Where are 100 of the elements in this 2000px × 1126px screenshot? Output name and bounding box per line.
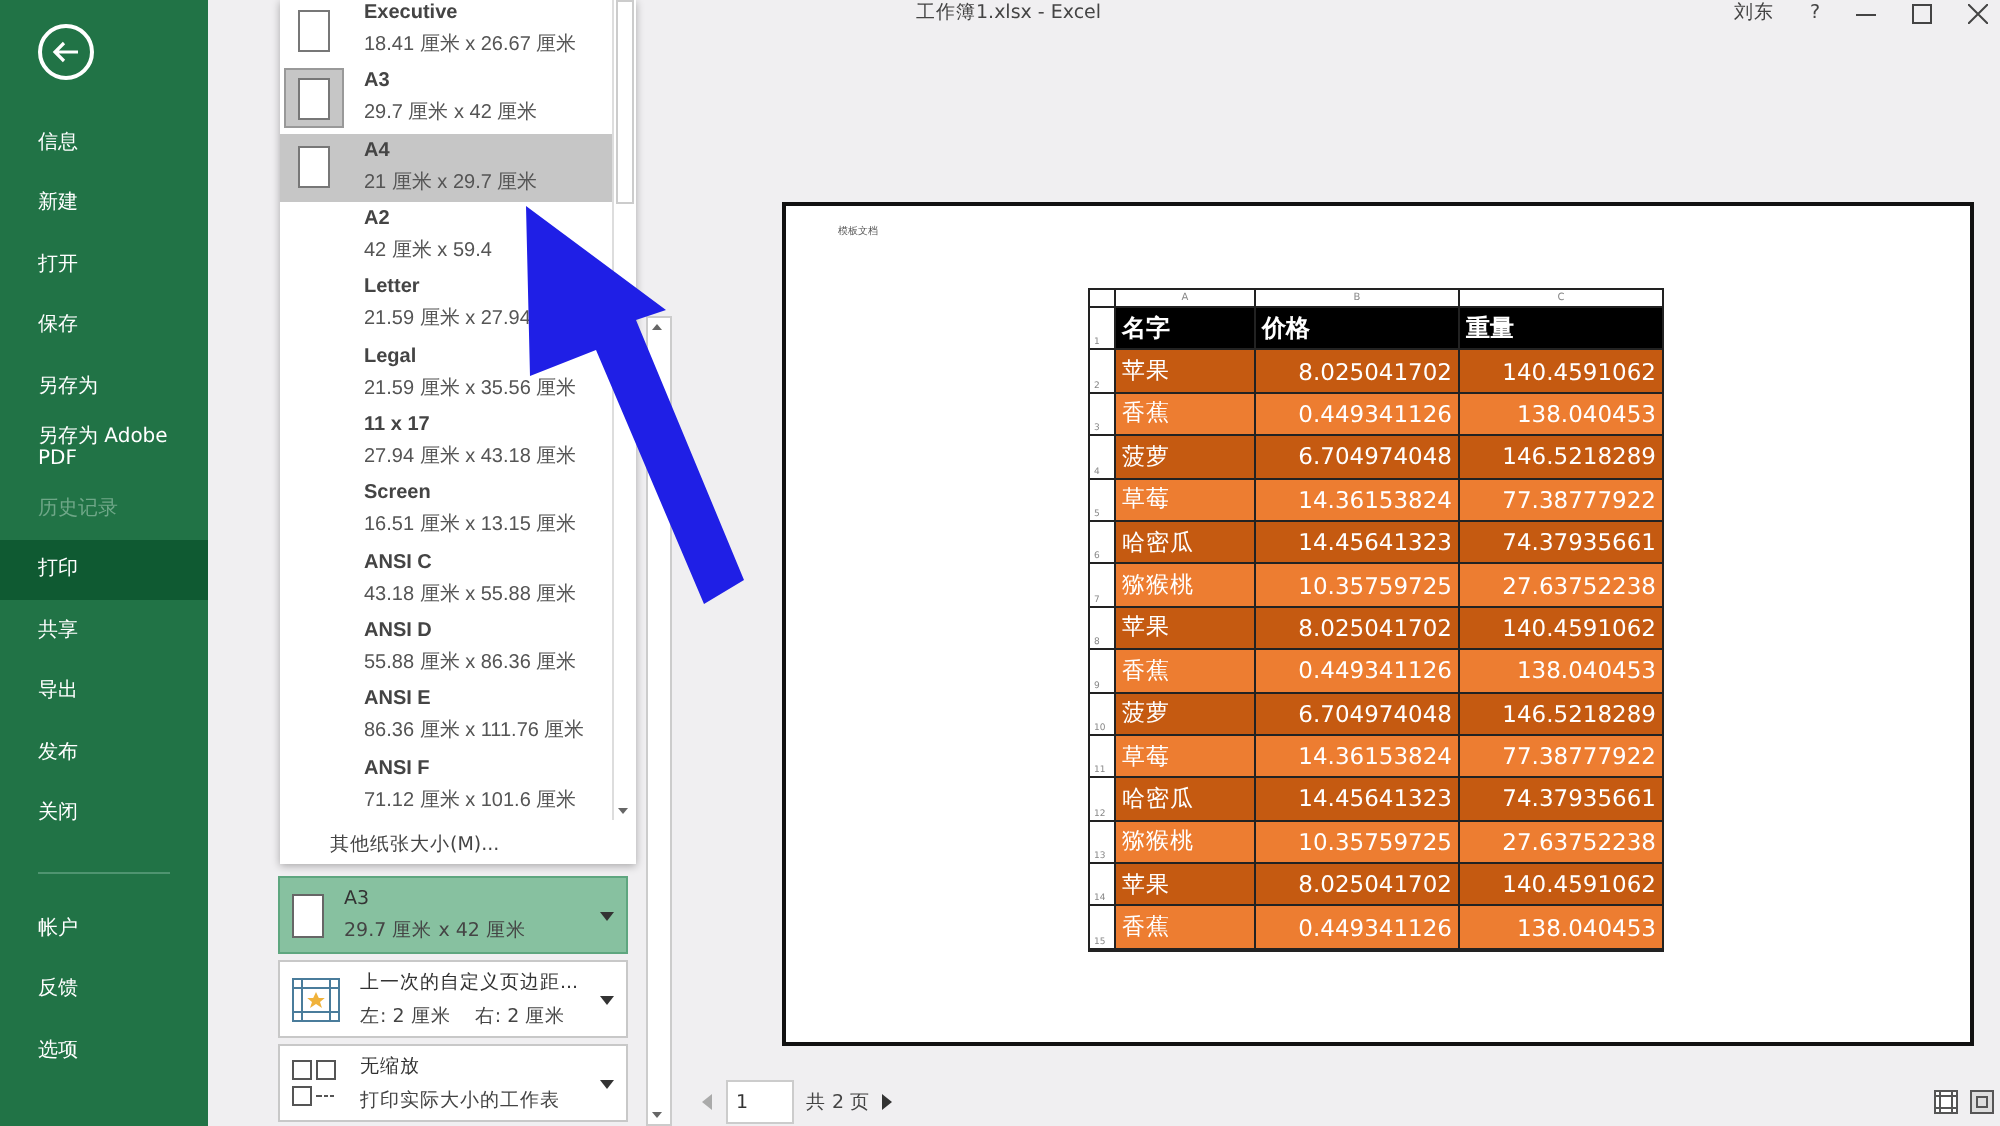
show-margins-icon[interactable] xyxy=(1934,1090,1958,1114)
page-icon xyxy=(292,893,324,937)
print-setting-button[interactable]: 无缩放 打印实际大小的工作表 xyxy=(278,1044,629,1122)
paper-name[interactable]: Legal xyxy=(364,345,417,368)
paper-name[interactable]: A3 xyxy=(364,70,390,93)
sidebar-item[interactable]: 导出 xyxy=(0,661,208,722)
table-cell: 苹果 xyxy=(1114,864,1254,907)
paper-dimensions[interactable]: 55.88 厘米 x 86.36 厘米 xyxy=(364,648,577,677)
table-cell: 哈密瓜 xyxy=(1114,778,1254,822)
sidebar-item[interactable]: 反馈 xyxy=(0,959,208,1020)
paper-name[interactable]: Letter xyxy=(364,276,420,299)
zoom-page-icon[interactable] xyxy=(1970,1090,1994,1114)
paper-dimensions[interactable]: 29.7 厘米 x 42 厘米 xyxy=(364,98,538,127)
sidebar-item[interactable]: 另存为 Adobe PDF xyxy=(0,417,208,478)
table-cell: 14.36153824 xyxy=(1254,479,1458,522)
table-cell: 140.4591062 xyxy=(1458,864,1662,907)
table-cell: 名字 xyxy=(1114,308,1254,351)
paper-dimensions[interactable]: 16.51 厘米 x 13.15 厘米 xyxy=(364,510,577,539)
paper-name[interactable]: ANSI F xyxy=(364,757,430,780)
paper-dimensions[interactable]: 27.94 厘米 x 43.18 厘米 xyxy=(364,442,577,471)
setting-title: A3 xyxy=(344,887,372,909)
table-cell: 146.5218289 xyxy=(1458,693,1662,736)
back-button[interactable] xyxy=(38,24,94,80)
table-cell: 0.449341126 xyxy=(1254,650,1458,694)
page-count: 共 2 页 xyxy=(806,1089,871,1115)
paper-dimensions[interactable]: 42 厘米 x 59.4 xyxy=(364,236,492,265)
sidebar-item[interactable]: 另存为 xyxy=(0,356,208,417)
back-arrow-icon xyxy=(52,40,80,64)
setting-title: 无缩放 xyxy=(360,1053,422,1079)
table-cell: 香蕉 xyxy=(1114,393,1254,437)
paper-name[interactable]: ANSI E xyxy=(364,688,431,711)
table-cell: 14.45641323 xyxy=(1254,778,1458,822)
table-cell: 菠萝 xyxy=(1114,693,1254,736)
paper-name[interactable]: Screen xyxy=(364,482,431,505)
more-paper-sizes-item[interactable]: 其他纸张大小(M)... xyxy=(330,832,636,858)
margins-icon xyxy=(292,977,340,1021)
paper-dimensions[interactable]: 86.36 厘米 x 111.76 厘米 xyxy=(364,716,585,745)
table-cell: 14.45641323 xyxy=(1254,521,1458,565)
sidebar-item[interactable]: 打开 xyxy=(0,234,208,295)
sidebar-item[interactable]: 帐户 xyxy=(0,898,208,959)
paper-size-item[interactable]: A4 21 厘米 x 29.7 厘米 xyxy=(280,133,612,202)
user-name[interactable]: 刘东 xyxy=(1733,0,1774,26)
table-cell: 8.025041702 xyxy=(1254,350,1458,394)
close-icon[interactable] xyxy=(1968,3,1988,23)
paper-name[interactable]: ANSI C xyxy=(364,551,432,574)
table-cell: 140.4591062 xyxy=(1458,607,1662,651)
paper-dimensions[interactable]: 18.41 厘米 x 26.67 厘米 xyxy=(364,30,577,59)
table-cell: 0.449341126 xyxy=(1254,393,1458,437)
table-cell: 74.37935661 xyxy=(1458,521,1662,565)
help-button[interactable]: ? xyxy=(1809,2,1820,24)
table-cell: 138.040453 xyxy=(1458,393,1662,437)
paper-dimensions[interactable]: 71.12 厘米 x 101.6 厘米 xyxy=(364,785,577,814)
paper-name[interactable]: ANSI D xyxy=(364,620,432,643)
table-cell: 苹果 xyxy=(1114,350,1254,394)
setting-detail: 打印实际大小的工作表 xyxy=(360,1087,560,1113)
scroll-thumb[interactable] xyxy=(616,0,634,204)
print-setting-button[interactable]: A3 29.7 厘米 x 42 厘米 xyxy=(278,876,629,954)
print-setting-button[interactable]: 上一次的自定义页边距... 左: 2 厘米 右: 2 厘米 xyxy=(278,960,629,1038)
table-cell: 27.63752238 xyxy=(1458,821,1662,865)
table-cell: 8.025041702 xyxy=(1254,864,1458,907)
table-cell: 74.37935661 xyxy=(1458,778,1662,822)
table-cell: 草莓 xyxy=(1114,735,1254,779)
paper-dimensions[interactable]: 21.59 厘米 x 35.56 厘米 xyxy=(364,373,577,402)
scaling-icon xyxy=(292,1059,340,1107)
paper-dimensions[interactable]: 21.59 厘米 x 27.94 xyxy=(364,304,531,333)
table-cell: 价格 xyxy=(1254,308,1458,351)
sidebar-item[interactable]: 共享 xyxy=(0,600,208,661)
table-cell: 27.63752238 xyxy=(1458,564,1662,608)
table-cell: 猕猴桃 xyxy=(1114,821,1254,865)
table-cell: 猕猴桃 xyxy=(1114,564,1254,608)
setting-detail: 左: 2 厘米 右: 2 厘米 xyxy=(360,1003,568,1029)
paper-dimensions[interactable]: 43.18 厘米 x 55.88 厘米 xyxy=(364,579,577,608)
table-cell: 香蕉 xyxy=(1114,906,1254,950)
sidebar-item[interactable]: 选项 xyxy=(0,1020,208,1081)
sidebar-item[interactable]: 信息 xyxy=(0,112,208,173)
caret-icon xyxy=(600,996,615,1006)
window-title: 工作簿1.xlsx - Excel xyxy=(916,0,1102,26)
sidebar-item[interactable]: 关闭 xyxy=(0,783,208,844)
table-cell: 0.449341126 xyxy=(1254,906,1458,950)
sidebar-item[interactable]: 发布 xyxy=(0,722,208,783)
paper-name[interactable]: Executive xyxy=(364,2,458,25)
table-cell: 6.704974048 xyxy=(1254,436,1458,480)
sidebar-item[interactable]: 打印 xyxy=(0,539,208,600)
caret-icon xyxy=(600,1080,615,1090)
setting-title: 上一次的自定义页边距... xyxy=(360,969,579,995)
maximize-icon[interactable] xyxy=(1912,3,1932,23)
page-number-field[interactable]: 1 xyxy=(726,1080,794,1124)
next-page-icon[interactable] xyxy=(882,1094,895,1110)
table-cell: 菠萝 xyxy=(1114,436,1254,480)
table-cell: 哈密瓜 xyxy=(1114,521,1254,565)
table-cell: 苹果 xyxy=(1114,607,1254,651)
sidebar-item[interactable]: 新建 xyxy=(0,173,208,234)
paper-name[interactable]: A2 xyxy=(364,208,390,231)
table-cell: 14.36153824 xyxy=(1254,735,1458,779)
table-cell: 77.38777922 xyxy=(1458,479,1662,522)
paper-name[interactable]: 11 x 17 xyxy=(364,414,430,437)
table-cell: 重量 xyxy=(1458,308,1662,351)
sidebar-item[interactable]: 保存 xyxy=(0,295,208,356)
table-cell: 138.040453 xyxy=(1458,906,1662,950)
table-cell: 10.35759725 xyxy=(1254,821,1458,865)
